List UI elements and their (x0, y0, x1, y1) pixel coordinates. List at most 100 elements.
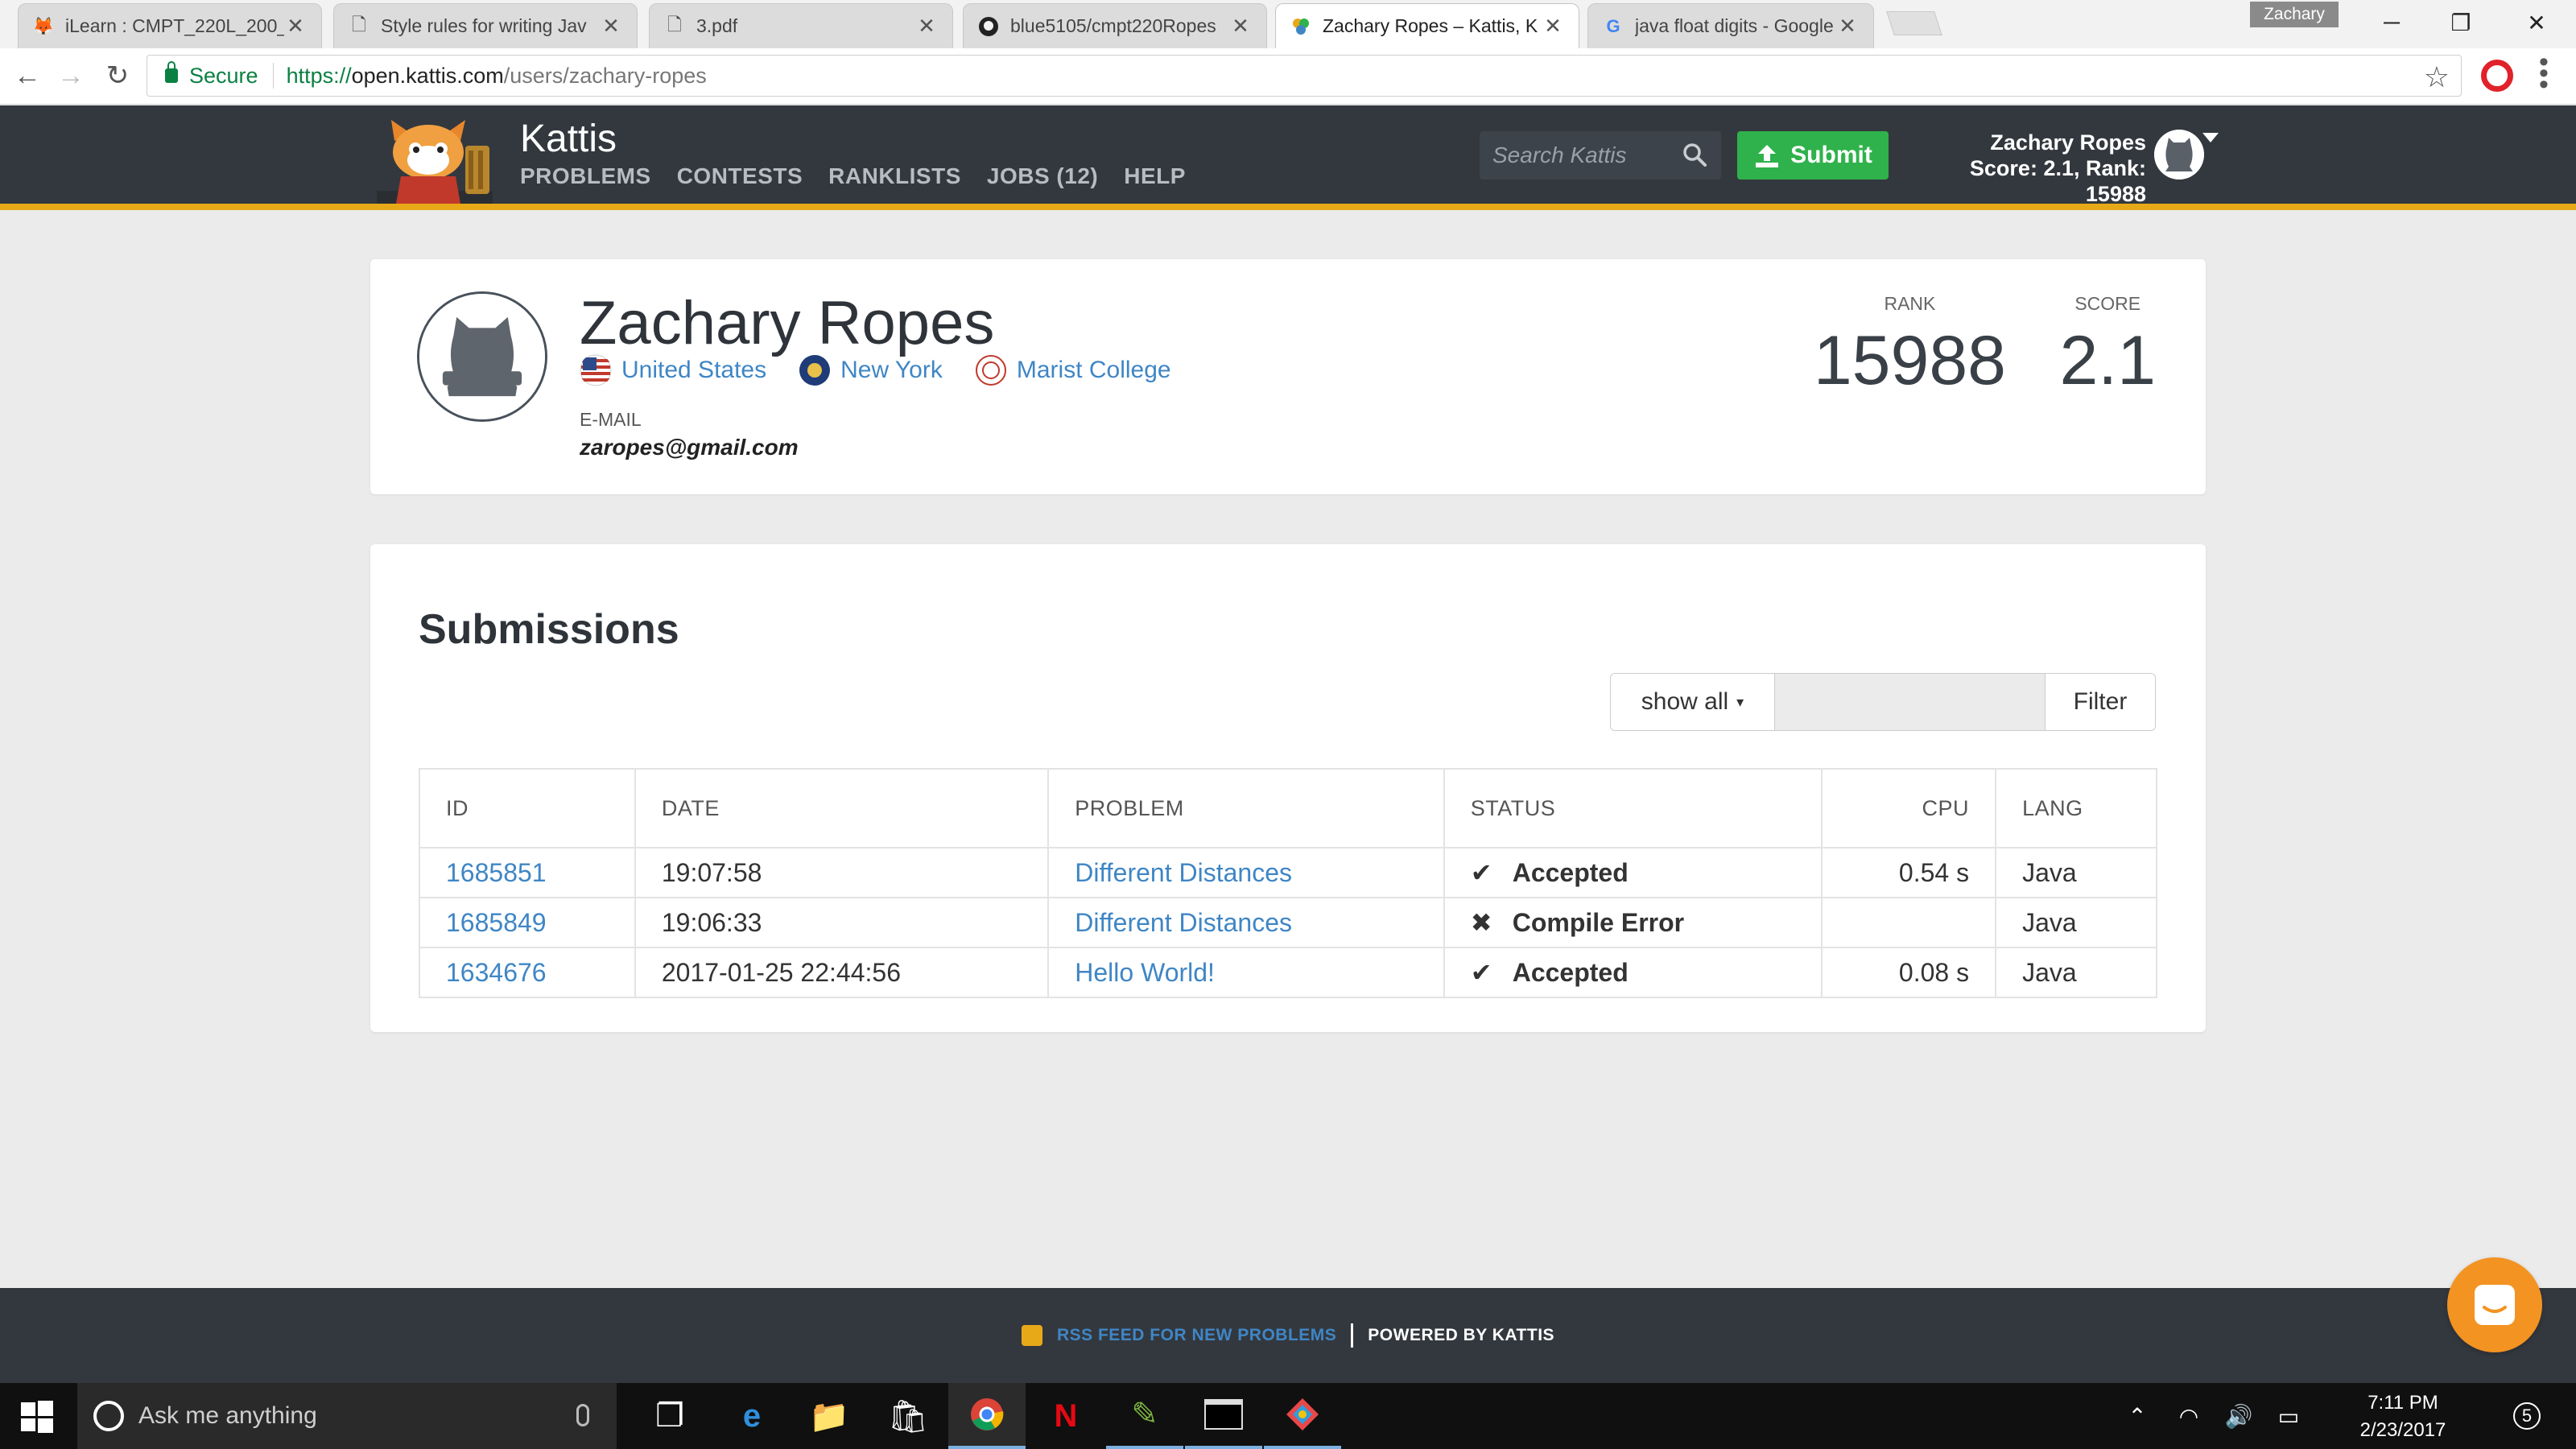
browser-tab-style-rules[interactable]: 🗋 Style rules for writing Jav ✕ (333, 3, 638, 48)
submission-id-link[interactable]: 1685851 (446, 858, 547, 887)
nav-ranklists[interactable]: RANKLISTS (828, 163, 961, 189)
problem-link[interactable]: Different Distances (1075, 858, 1292, 887)
close-icon[interactable]: ✕ (600, 14, 622, 39)
avatar[interactable] (2154, 130, 2204, 180)
browser-tab-google[interactable]: G java float digits - Google ✕ (1587, 3, 1874, 48)
fox-favicon-icon: 🦊 (32, 15, 55, 36)
submission-date: 19:06:33 (634, 898, 1050, 948)
chat-launcher-button[interactable] (2447, 1257, 2542, 1352)
battery-icon[interactable]: ▭ (2268, 1383, 2309, 1449)
close-icon[interactable]: ✕ (1836, 14, 1859, 39)
minimize-icon[interactable]: ─ (2354, 0, 2429, 45)
back-icon[interactable]: ← (10, 58, 45, 93)
email-value: zaropes@gmail.com (580, 435, 799, 460)
us-flag-icon (580, 354, 612, 386)
close-icon[interactable]: ✕ (915, 14, 938, 39)
country-name: United States (621, 357, 767, 383)
filter-input[interactable] (1775, 674, 2046, 730)
microphone-icon[interactable] (576, 1404, 589, 1426)
search-input[interactable]: Search Kattis (1480, 131, 1721, 180)
column-header-problem[interactable]: PROBLEM (1048, 769, 1445, 848)
submissions-filter: show all ▾ Filter (1610, 673, 2156, 731)
browser-tab-ilearn[interactable]: 🦊 iLearn : CMPT_220L_200_ ✕ (18, 3, 322, 48)
netflix-icon[interactable]: N (1027, 1383, 1104, 1449)
terminal-icon[interactable] (1185, 1383, 1262, 1449)
status-text: Compile Error (1512, 908, 1685, 937)
filter-select[interactable]: show all ▾ (1611, 674, 1775, 730)
nav-problems[interactable]: PROBLEMS (520, 163, 651, 189)
keyboard-icon[interactable] (2326, 1383, 2334, 1449)
email-label: E-MAIL (580, 409, 642, 430)
column-header-lang[interactable]: LANG (1996, 769, 2157, 848)
status-text: Accepted (1512, 858, 1629, 887)
kattis-brand[interactable]: Kattis (520, 117, 617, 161)
problem-link[interactable]: Different Distances (1075, 908, 1292, 937)
chevron-up-icon[interactable]: ⌃ (2117, 1383, 2157, 1449)
close-icon[interactable]: ✕ (1542, 14, 1564, 39)
status-text: Accepted (1512, 958, 1629, 987)
opera-extension-icon[interactable] (2481, 60, 2513, 92)
search-icon[interactable] (1681, 141, 1708, 168)
store-icon[interactable]: 🛍 (869, 1383, 947, 1449)
nav-contests[interactable]: CONTESTS (677, 163, 803, 189)
powered-by-link[interactable]: POWERED BY KATTIS (1368, 1326, 1554, 1345)
browser-profile-button[interactable]: Zachary (2250, 2, 2339, 27)
region-link[interactable]: New York (799, 354, 943, 386)
table-row: 1685849 19:06:33 Different Distances ✖ Co… (419, 898, 2157, 948)
cortana-icon (93, 1401, 124, 1431)
new-tab-button[interactable] (1886, 11, 1942, 35)
gitkraken-icon[interactable] (1264, 1383, 1341, 1449)
column-header-status[interactable]: STATUS (1443, 769, 1823, 848)
restore-icon[interactable]: ❐ (2423, 0, 2499, 45)
submission-lang: Java (1996, 898, 2157, 948)
edge-browser-icon[interactable]: e (713, 1383, 791, 1449)
notepad-icon[interactable]: ✎ (1106, 1383, 1183, 1449)
submissions-title: Submissions (419, 606, 679, 653)
filter-button[interactable]: Filter (2046, 674, 2155, 730)
chat-icon (2475, 1285, 2515, 1325)
volume-icon[interactable]: 🔊 (2219, 1383, 2259, 1449)
close-icon[interactable]: ✕ (1229, 14, 1252, 39)
chevron-down-icon[interactable] (2202, 133, 2219, 142)
problem-link[interactable]: Hello World! (1075, 958, 1215, 987)
tab-title: Style rules for writing Jav (381, 15, 587, 36)
nav-jobs[interactable]: JOBS (12) (987, 163, 1098, 189)
tab-title: 3.pdf (696, 15, 738, 36)
nav-help[interactable]: HELP (1124, 163, 1186, 189)
kattis-logo[interactable] (370, 117, 499, 204)
submission-id-link[interactable]: 1634676 (446, 958, 547, 987)
submission-id-link[interactable]: 1685849 (446, 908, 547, 937)
reload-icon[interactable]: ↻ (100, 58, 135, 93)
submit-button[interactable]: Submit (1737, 131, 1889, 180)
address-bar[interactable]: Secure https:// open.kattis.com /users/z… (147, 55, 2462, 97)
browser-tab-pdf[interactable]: 🗋 3.pdf ✕ (649, 3, 953, 48)
action-center-icon[interactable]: 5 (2499, 1383, 2555, 1449)
system-clock[interactable]: 7:11 PM 2/23/2017 (2334, 1389, 2471, 1444)
windows-start-icon[interactable] (21, 1401, 53, 1433)
browser-tab-kattis[interactable]: Zachary Ropes – Kattis, K ✕ (1275, 3, 1579, 48)
column-header-cpu[interactable]: CPU (1822, 769, 1997, 848)
close-icon[interactable]: ✕ (284, 14, 307, 39)
window-close-icon[interactable]: ✕ (2499, 0, 2574, 45)
user-summary[interactable]: Zachary Ropes Score: 2.1, Rank: 15988 (1905, 130, 2146, 207)
bookmark-star-icon[interactable]: ☆ (2424, 60, 2450, 94)
browser-tabstrip: 🦊 iLearn : CMPT_220L_200_ ✕ 🗋 Style rule… (0, 0, 2576, 48)
rss-feed-link[interactable]: RSS FEED FOR NEW PROBLEMS (1057, 1326, 1336, 1345)
lock-icon (165, 61, 178, 83)
main-nav: PROBLEMS CONTESTS RANKLISTS JOBS (12) HE… (520, 163, 1186, 189)
cortana-search-input[interactable]: Ask me anything (77, 1383, 617, 1449)
column-header-date[interactable]: DATE (634, 769, 1050, 848)
column-header-id[interactable]: ID (419, 769, 636, 848)
header-accent-bar (0, 204, 2576, 210)
browser-tab-github[interactable]: blue5105/cmpt220Ropes ✕ (963, 3, 1267, 48)
task-view-icon[interactable]: ❐ (631, 1383, 708, 1449)
country-link[interactable]: United States (580, 354, 766, 386)
school-link[interactable]: Marist College (975, 354, 1171, 386)
file-explorer-icon[interactable]: 📁 (791, 1383, 868, 1449)
rank-stat: RANK 15988 (1814, 293, 2006, 401)
wifi-icon[interactable]: ◠ (2169, 1383, 2209, 1449)
table-row: 1685851 19:07:58 Different Distances ✔ Ac… (419, 848, 2157, 898)
forward-icon[interactable]: → (53, 58, 89, 93)
browser-menu-icon[interactable]: • • • (2536, 48, 2552, 98)
chrome-icon[interactable] (948, 1383, 1026, 1449)
